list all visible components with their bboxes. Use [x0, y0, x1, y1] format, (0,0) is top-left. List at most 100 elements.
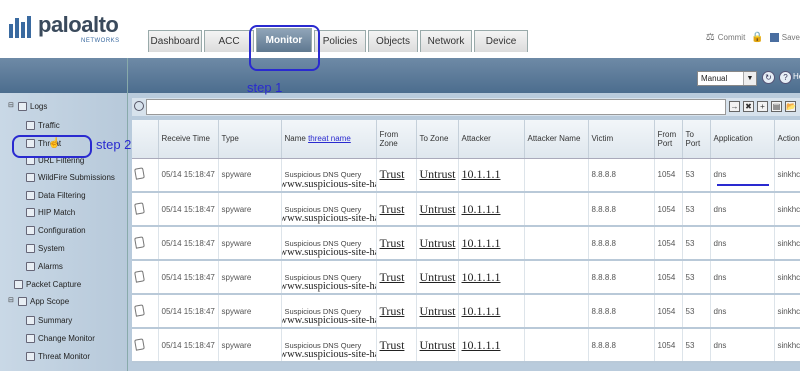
sidebar-item-packet-capture[interactable]: Packet Capture: [14, 280, 81, 289]
log-detail-icon[interactable]: [134, 337, 145, 351]
application-cell: dns: [710, 294, 775, 329]
help-label[interactable]: He: [793, 72, 800, 81]
add-filter-icon[interactable]: +: [757, 101, 768, 112]
save-filter-icon[interactable]: ▤: [771, 101, 782, 112]
column-header-application[interactable]: Application: [710, 120, 775, 159]
column-header-name[interactable]: Name threat name: [281, 120, 377, 159]
change-monitor-icon: [26, 334, 35, 343]
column-header-label: Name: [284, 134, 306, 144]
sidebar-item-summary[interactable]: Summary: [26, 316, 72, 325]
lock-icon[interactable]: 🔒: [751, 32, 763, 43]
to-zone: Untrust: [419, 235, 456, 250]
from-port-cell: 1054: [654, 260, 683, 295]
from-zone-cell: Trust: [376, 294, 417, 329]
to-zone-cell: Untrust: [416, 260, 459, 295]
column-header-type[interactable]: Type: [218, 120, 282, 159]
collapse-icon[interactable]: ⊟: [8, 102, 15, 110]
threat-name-annotation: threat name: [308, 134, 351, 144]
table-row[interactable]: 05/14 15:18:47 spyware Suspicious DNS Quer…: [132, 158, 800, 193]
detail-cell[interactable]: [132, 226, 159, 261]
collapse-icon[interactable]: ⊟: [8, 297, 15, 305]
hip-match-icon: [26, 208, 35, 217]
sidebar-item-data-filtering[interactable]: Data Filtering: [26, 191, 86, 200]
log-detail-icon[interactable]: [134, 303, 145, 317]
header-actions: ⚖ Commit 🔒 Save: [706, 32, 800, 43]
clear-filter-icon[interactable]: ✖: [743, 101, 754, 112]
save-button[interactable]: Save: [769, 33, 800, 42]
sidebar-item-configuration[interactable]: Configuration: [26, 226, 86, 235]
save-label: Save: [781, 33, 800, 42]
to-zone: Untrust: [419, 269, 456, 284]
from-zone-cell: Trust: [376, 260, 417, 295]
column-header-action[interactable]: Action: [774, 120, 800, 159]
detail-cell[interactable]: [132, 294, 159, 329]
table-row[interactable]: 05/14 15:18:47 spyware Suspicious DNS Quer…: [132, 192, 800, 227]
sidebar-item-hip-match[interactable]: HIP Match: [26, 208, 75, 217]
column-header-from-port[interactable]: From Port: [654, 120, 683, 159]
column-header-from-zone[interactable]: From Zone: [376, 120, 417, 159]
column-header-receive-time[interactable]: Receive Time: [158, 120, 219, 159]
sidebar-item-system[interactable]: System: [26, 244, 65, 253]
from-port-cell: 1054: [654, 328, 683, 363]
column-header-attacker[interactable]: Attacker: [458, 120, 525, 159]
sidebar-item-app-scope[interactable]: ⊟ App Scope: [8, 297, 69, 306]
receive-time-cell: 05/14 15:18:47: [158, 192, 219, 227]
tab-acc[interactable]: ACC: [204, 30, 254, 52]
threat-domain-annotation: www.suspicious-site-hacker.com: [281, 178, 375, 190]
sidebar-item-change-monitor[interactable]: Change Monitor: [26, 334, 95, 343]
threat-monitor-icon: [26, 352, 35, 361]
sidebar-item-label: Threat Monitor: [38, 352, 91, 361]
tab-policies[interactable]: Policies: [314, 30, 366, 52]
attacker-ip: 10.1.1.1: [461, 269, 501, 284]
commit-button[interactable]: ⚖ Commit: [706, 32, 746, 43]
sidebar-item-threat-monitor[interactable]: Threat Monitor: [26, 352, 90, 361]
detail-cell[interactable]: [132, 192, 159, 227]
from-zone: Trust: [379, 201, 405, 216]
column-header-to-port[interactable]: To Port: [682, 120, 711, 159]
tab-dashboard[interactable]: Dashboard: [148, 30, 202, 52]
table-row[interactable]: 05/14 15:18:47 spyware Suspicious DNS Quer…: [132, 226, 800, 261]
attacker-ip: 10.1.1.1: [461, 303, 501, 318]
sidebar-item-wildfire[interactable]: WildFire Submissions: [26, 173, 115, 182]
log-detail-icon[interactable]: [134, 167, 145, 180]
log-detail-icon[interactable]: [134, 269, 145, 283]
table-row[interactable]: 05/14 15:18:47 spyware Suspicious DNS Quer…: [132, 294, 800, 329]
column-header-attacker-name[interactable]: Attacker Name: [524, 120, 589, 159]
table-row[interactable]: 05/14 15:18:47 spyware Suspicious DNS Quer…: [132, 260, 800, 295]
sidebar-item-label: System: [38, 244, 65, 253]
tab-device[interactable]: Device: [474, 30, 528, 52]
log-filter-input[interactable]: [146, 99, 726, 115]
tab-objects[interactable]: Objects: [368, 30, 418, 52]
log-detail-icon[interactable]: [134, 235, 145, 249]
log-detail-icon[interactable]: [134, 201, 145, 215]
sidebar-item-traffic[interactable]: Traffic: [26, 121, 60, 130]
column-header-to-zone[interactable]: To Zone: [416, 120, 459, 159]
detail-cell[interactable]: [132, 328, 159, 363]
action-cell: sinkhc: [774, 328, 800, 363]
to-zone: Untrust: [419, 303, 456, 318]
refresh-icon[interactable]: ↻: [762, 71, 775, 84]
threat-domain-annotation: www.suspicious-site-hacker.com: [281, 281, 375, 292]
refresh-interval-select[interactable]: Manual ▼: [697, 71, 757, 86]
detail-cell[interactable]: [132, 260, 159, 295]
step2-label: step 2: [96, 137, 132, 152]
help-icon[interactable]: ?: [779, 71, 792, 84]
from-port-cell: 1054: [654, 158, 683, 193]
to-port-cell: 53: [682, 260, 711, 295]
sidebar-item-alarms[interactable]: Alarms: [26, 262, 63, 271]
tab-network[interactable]: Network: [420, 30, 472, 52]
attacker-cell: 10.1.1.1: [458, 294, 525, 329]
attacker-name-cell: [524, 158, 589, 193]
sidebar-item-logs[interactable]: ⊟ Logs: [8, 102, 47, 111]
action-cell: sinkhc: [774, 294, 800, 329]
threat-name-cell: Suspicious DNS Query www.suspicious-site-…: [281, 158, 377, 193]
table-row[interactable]: 05/14 15:18:47 spyware Suspicious DNS Quer…: [132, 328, 800, 363]
paloalto-logo: paloalto NETWORKS: [8, 8, 138, 48]
apply-filter-icon[interactable]: →: [729, 101, 740, 112]
commit-icon: ⚖: [705, 32, 715, 43]
from-zone: Trust: [379, 167, 405, 182]
load-filter-icon[interactable]: 📂: [785, 101, 796, 112]
column-header-victim[interactable]: Victim: [588, 120, 655, 159]
to-zone-cell: Untrust: [416, 158, 459, 193]
detail-cell[interactable]: [132, 158, 159, 193]
